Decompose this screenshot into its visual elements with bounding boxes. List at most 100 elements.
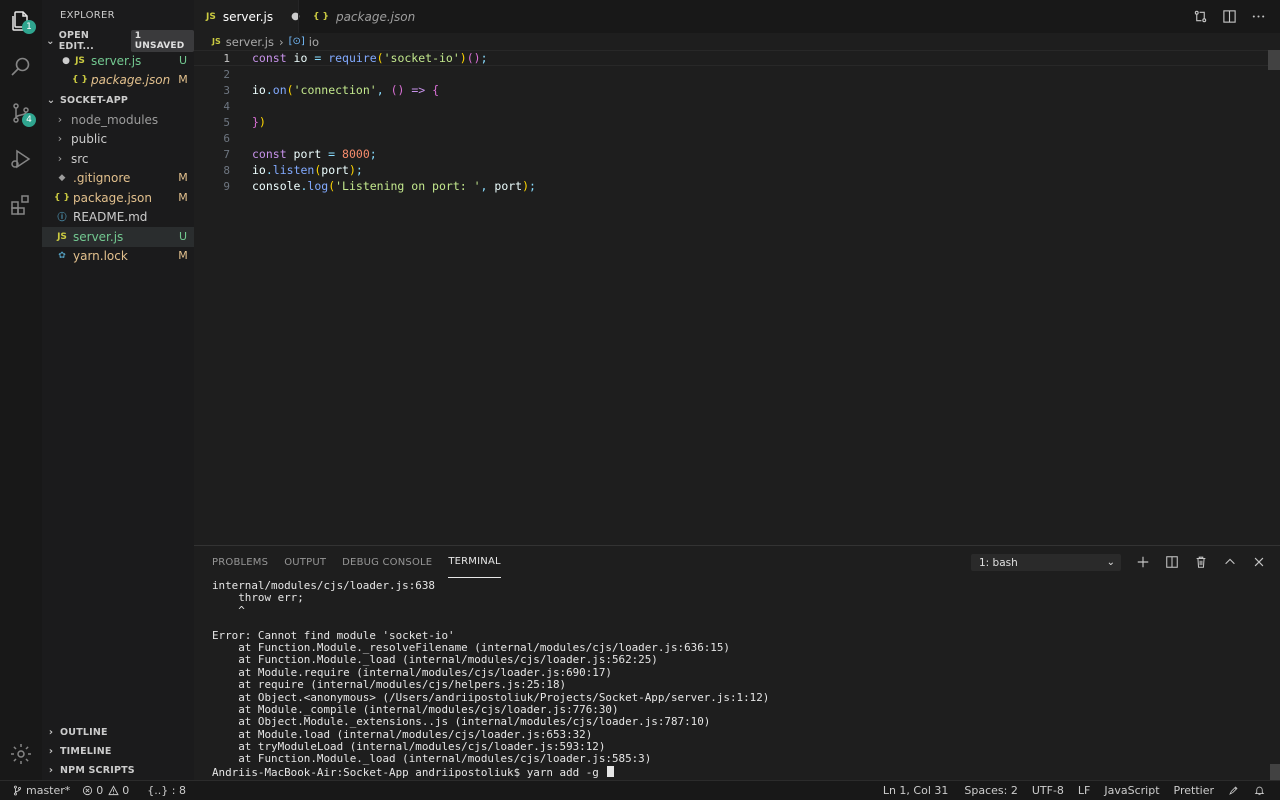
encoding-indicator[interactable]: UTF-8 (1026, 781, 1070, 800)
folder-item-src[interactable]: › src (42, 149, 194, 169)
formatter-text: Prettier (1173, 784, 1214, 797)
terminal-line: at Function.Module._load (internal/modul… (212, 752, 652, 766)
panel-actions (1136, 546, 1266, 578)
file-item-gitignore[interactable]: ◆ .gitignore M (42, 168, 194, 188)
json-file-icon: { } (313, 11, 329, 22)
breadcrumb-file[interactable]: server.js (226, 35, 274, 49)
terminal-select-value: 1: bash (979, 556, 1018, 569)
code-token: console (252, 179, 301, 193)
breadcrumb-symbol[interactable]: io (309, 35, 319, 49)
terminal-line: ^ (212, 603, 245, 617)
code-line[interactable]: 3 io.on('connection', () => { (194, 82, 1268, 98)
tab-label: server.js (222, 9, 274, 24)
folder-item-public[interactable]: › public (42, 129, 194, 149)
branch-indicator[interactable]: master* (0, 781, 76, 800)
timeline-header[interactable]: › TIMELINE (42, 741, 194, 761)
terminal-output[interactable]: internal/modules/cjs/loader.js:638 throw… (212, 579, 1262, 779)
feedback-button[interactable] (1222, 781, 1248, 800)
maximize-panel-icon[interactable] (1223, 555, 1237, 569)
search-icon (11, 57, 30, 76)
code-token: port (321, 163, 349, 177)
folder-item-node-modules[interactable]: › node_modules (42, 110, 194, 130)
run-debug-activity-button[interactable] (0, 138, 42, 180)
terminal-prompt[interactable]: Andriis-MacBook-Air:Socket-App andriipos… (212, 765, 1262, 779)
project-header[interactable]: ⌄ SOCKET-APP (42, 90, 194, 110)
terminal-select[interactable]: 1: bash ⌄ (971, 554, 1121, 571)
indentation-indicator[interactable]: Spaces: 2 (958, 781, 1023, 800)
tab-server-js[interactable]: JS server.js ● (194, 0, 300, 33)
code-token: ( (376, 51, 384, 65)
tab-terminal[interactable]: TERMINAL (448, 546, 501, 578)
code-line[interactable]: 1 const io = require('socket-io')(); (194, 50, 1268, 66)
terminal-scrollbar[interactable] (1270, 764, 1280, 780)
explorer-activity-button[interactable]: 1 (0, 0, 42, 42)
add-terminal-icon[interactable] (1136, 555, 1150, 569)
code-line[interactable]: 8 io.listen(port); (194, 162, 1268, 178)
file-name: src (71, 151, 89, 166)
open-editor-item-package-json[interactable]: { } package.json M (42, 70, 194, 90)
code-line[interactable]: 2 (194, 66, 1268, 82)
variable-symbol-icon: [⊙] (288, 36, 305, 47)
file-item-readme[interactable]: ⓘ README.md (42, 207, 194, 227)
cursor-position[interactable]: Ln 1, Col 31 (877, 781, 955, 800)
code-line[interactable]: 4 (194, 98, 1268, 114)
js-file-icon: JS (57, 231, 67, 242)
tab-debug-console[interactable]: DEBUG CONSOLE (342, 546, 432, 578)
js-file-icon: JS (206, 11, 216, 22)
code-token: require (328, 51, 377, 65)
code-line[interactable]: 6 (194, 130, 1268, 146)
code-line[interactable]: 7 const port = 8000; (194, 146, 1268, 162)
tab-label: package.json (335, 9, 416, 24)
json-scope: {..} : 8 (147, 784, 186, 797)
chevron-down-icon: ⌄ (1106, 557, 1115, 568)
split-editor-icon[interactable] (1222, 9, 1237, 24)
line-number: 7 (223, 147, 230, 161)
chevron-right-icon: › (48, 726, 54, 738)
open-editors-header[interactable]: ⌄ OPEN EDIT... 1 UNSAVED (42, 30, 194, 52)
file-item-package-json[interactable]: { } package.json M (42, 188, 194, 208)
code-text: const io = require('socket-io')(); (252, 51, 488, 65)
git-status: U (178, 54, 188, 68)
manage-activity-button[interactable] (0, 733, 42, 775)
formatter-indicator[interactable]: Prettier (1168, 781, 1220, 800)
status-bar: master* 0 0 {..} : 8 Ln 1, Col 31 Spaces… (0, 780, 1280, 800)
code-line[interactable]: 9 console.log('Listening on port: ', port… (194, 178, 1268, 194)
trash-icon[interactable] (1194, 555, 1208, 569)
json-scope-indicator[interactable]: {..} : 8 (141, 781, 192, 800)
panel-tabs: PROBLEMS OUTPUT DEBUG CONSOLE TERMINAL (212, 546, 517, 578)
eol-indicator[interactable]: LF (1072, 781, 1096, 800)
file-name: public (71, 131, 108, 146)
source-control-activity-button[interactable]: 4 (0, 92, 42, 134)
line-number: 2 (223, 67, 230, 81)
split-terminal-icon[interactable] (1165, 555, 1179, 569)
code-token: ; (480, 51, 488, 65)
file-item-server-js[interactable]: JS server.js U (42, 227, 194, 247)
open-changes-icon[interactable] (1193, 9, 1208, 24)
bell-icon (1254, 786, 1265, 796)
line-number: 1 (223, 51, 230, 65)
file-item-yarn-lock[interactable]: ✿ yarn.lock M (42, 246, 194, 266)
tab-output[interactable]: OUTPUT (284, 546, 326, 578)
language-indicator[interactable]: JavaScript (1098, 781, 1165, 800)
code-text: io.on('connection', () => { (252, 83, 439, 97)
code-editor[interactable]: 1 const io = require('socket-io')(); 2 3 io.… (194, 50, 1280, 545)
code-token: () (390, 83, 405, 97)
tab-package-json[interactable]: { } package.json (298, 0, 422, 33)
more-actions-icon[interactable] (1251, 9, 1266, 24)
close-icon[interactable] (1252, 555, 1266, 569)
open-editor-item-server-js[interactable]: ● JS server.js U (42, 51, 194, 71)
gitignore-icon: ◆ (58, 172, 66, 183)
extensions-activity-button[interactable] (0, 184, 42, 226)
code-line[interactable]: 5}) (194, 114, 1268, 130)
outline-header[interactable]: › OUTLINE (42, 722, 194, 742)
npm-scripts-header[interactable]: › NPM SCRIPTS (42, 760, 194, 780)
editor-scrollbar[interactable] (1268, 50, 1280, 70)
problems-indicator[interactable]: 0 0 (76, 781, 135, 800)
tab-problems[interactable]: PROBLEMS (212, 546, 268, 578)
code-token: ) (473, 51, 481, 65)
notifications-button[interactable] (1248, 781, 1274, 800)
search-activity-button[interactable] (0, 46, 42, 88)
git-status: M (178, 249, 188, 263)
unsaved-badge: 1 UNSAVED (130, 30, 194, 52)
